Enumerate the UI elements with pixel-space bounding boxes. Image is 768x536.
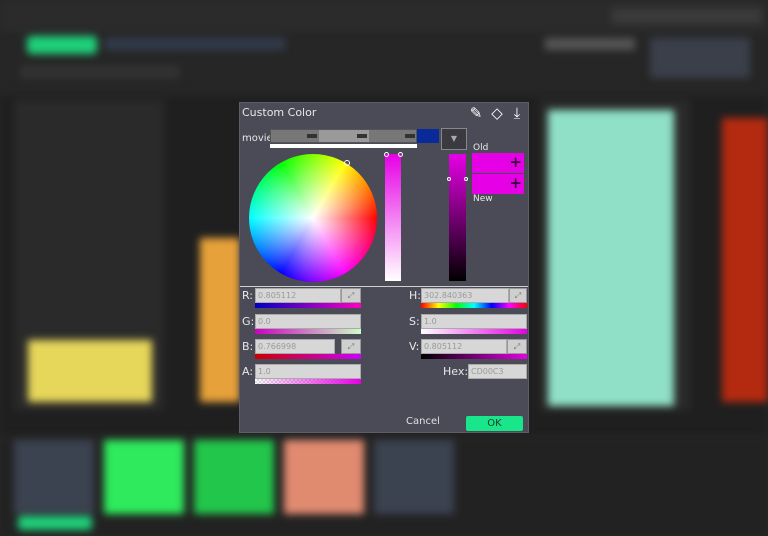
slider-grip-3 bbox=[405, 134, 415, 138]
v-label: V: bbox=[409, 340, 420, 353]
color-wheel[interactable] bbox=[249, 154, 377, 282]
v-spinner[interactable]: ⤢ bbox=[507, 339, 527, 354]
h-input[interactable]: 302.840363 bbox=[421, 288, 509, 303]
preset-underline bbox=[270, 144, 417, 148]
yellow-block bbox=[28, 340, 152, 402]
b-spinner[interactable]: ⤢ bbox=[341, 339, 361, 354]
value-handle-left[interactable] bbox=[447, 177, 451, 181]
header-blur-2 bbox=[650, 38, 750, 78]
b-gradient-bar[interactable] bbox=[255, 354, 361, 359]
header-blur bbox=[545, 38, 635, 50]
new-label: New bbox=[473, 194, 493, 204]
v-input[interactable]: 0.805112 bbox=[421, 339, 507, 354]
ok-button[interactable]: OK bbox=[466, 416, 523, 431]
shape-icon[interactable]: ◇ bbox=[488, 104, 506, 122]
top-right-icons bbox=[612, 8, 762, 24]
a-label: A: bbox=[242, 365, 254, 378]
g-label: G: bbox=[242, 315, 255, 328]
r-gradient-bar[interactable] bbox=[255, 303, 361, 308]
orange-block bbox=[200, 238, 240, 402]
hex-input[interactable]: CD00C3 bbox=[468, 364, 527, 379]
b-input[interactable]: 0.766998 bbox=[255, 339, 335, 354]
s-input[interactable]: 1.0 bbox=[421, 314, 527, 329]
custom-color-dialog: Custom Color ✎ ◇ ⤓ movie ▼ Old + + New R… bbox=[239, 102, 529, 433]
g-gradient-bar[interactable] bbox=[255, 329, 361, 334]
h-gradient-bar[interactable] bbox=[421, 303, 527, 308]
preset-slider[interactable] bbox=[270, 129, 417, 143]
a-gradient-bar[interactable] bbox=[255, 379, 361, 384]
saturation-slider[interactable] bbox=[385, 154, 401, 281]
new-plus-icon: + bbox=[509, 174, 522, 192]
red-block bbox=[722, 118, 768, 402]
g-input[interactable]: 0.0 bbox=[255, 314, 361, 329]
hex-label: Hex: bbox=[443, 365, 469, 378]
preset-label: movie bbox=[242, 133, 273, 144]
s-gradient-bar[interactable] bbox=[421, 329, 527, 334]
h-spinner[interactable]: ⤢ bbox=[509, 288, 527, 303]
pad-2 bbox=[104, 440, 184, 514]
value-handle-right[interactable] bbox=[464, 177, 468, 181]
saturation-handle-right[interactable] bbox=[398, 152, 403, 157]
r-spinner[interactable]: ⤢ bbox=[341, 288, 361, 303]
pad-1 bbox=[14, 440, 94, 514]
divider bbox=[240, 286, 528, 287]
r-input[interactable]: 0.805112 bbox=[255, 288, 341, 303]
new-color-swatch[interactable]: + bbox=[472, 174, 524, 194]
saturation-handle-left[interactable] bbox=[384, 152, 389, 157]
s-label: S: bbox=[409, 315, 420, 328]
preset-swatch[interactable] bbox=[417, 129, 439, 143]
old-label: Old bbox=[473, 143, 489, 153]
old-plus-icon: + bbox=[509, 153, 522, 171]
tab-blur bbox=[105, 38, 285, 50]
wheel-cursor[interactable] bbox=[344, 160, 350, 166]
pencil-icon[interactable]: ✎ bbox=[467, 104, 485, 122]
pad-3 bbox=[194, 440, 274, 514]
green-pill bbox=[18, 516, 92, 530]
slider-grip-1 bbox=[307, 134, 317, 138]
value-slider[interactable] bbox=[449, 154, 466, 281]
green-tab bbox=[27, 36, 97, 54]
preset-dropdown[interactable]: ▼ bbox=[441, 128, 467, 150]
mint-block bbox=[548, 110, 674, 406]
v-gradient-bar[interactable] bbox=[421, 354, 527, 359]
old-color-swatch[interactable]: + bbox=[472, 153, 524, 173]
pad-5 bbox=[374, 440, 454, 514]
r-label: R: bbox=[242, 289, 254, 302]
cancel-button[interactable]: Cancel bbox=[406, 416, 440, 427]
h-label: H: bbox=[409, 289, 421, 302]
pad-4 bbox=[284, 440, 364, 514]
a-input[interactable]: 1.0 bbox=[255, 364, 361, 379]
save-icon[interactable]: ⤓ bbox=[508, 104, 526, 122]
subbar bbox=[20, 66, 180, 78]
slider-grip-2 bbox=[357, 134, 367, 138]
dialog-title: Custom Color bbox=[242, 106, 317, 119]
b-label: B: bbox=[242, 340, 254, 353]
